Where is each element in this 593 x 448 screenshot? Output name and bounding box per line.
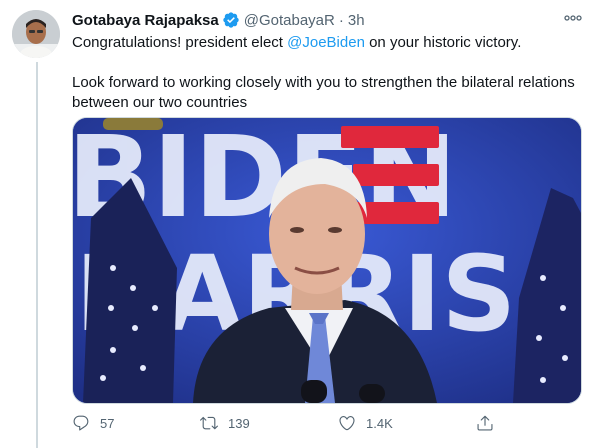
reply-button[interactable]: 57	[72, 414, 114, 432]
tweet-text-prefix: Congratulations! president elect	[72, 34, 288, 51]
tweet-actions-bar: 57 139 1.4K	[72, 412, 512, 434]
share-icon	[477, 415, 493, 431]
photo-scene: BIDEN HARRIS	[73, 118, 581, 403]
more-options-icon[interactable]	[563, 8, 583, 28]
avatar-image	[12, 10, 60, 58]
tweet-text-suffix: on your historic victory.	[364, 34, 522, 51]
tweet-header: Gotabaya Rajapaksa @GotabayaR · 3h	[72, 9, 581, 31]
tweet-text-paragraph-1: Congratulations! president elect @JoeBid…	[72, 33, 577, 53]
tweet-media-photo[interactable]: BIDEN HARRIS	[72, 117, 582, 404]
retweet-button[interactable]: 139	[200, 414, 250, 432]
author-name[interactable]: Gotabaya Rajapaksa	[72, 12, 219, 29]
tweet-text: Congratulations! president elect @JoeBid…	[72, 33, 577, 113]
separator-dot: ·	[338, 11, 344, 29]
verified-badge-icon	[222, 11, 240, 29]
tweet-text-paragraph-2: Look forward to working closely with you…	[72, 74, 575, 111]
like-button[interactable]: 1.4K	[338, 414, 393, 432]
reply-count: 57	[100, 415, 115, 431]
thread-line	[36, 62, 38, 448]
retweet-count: 139	[228, 415, 250, 431]
author-handle[interactable]: @GotabayaR	[244, 12, 335, 29]
share-button[interactable]	[476, 414, 494, 432]
retweet-icon	[200, 416, 218, 430]
mention-link[interactable]: @JoeBiden	[287, 34, 365, 51]
tweet-timestamp[interactable]: 3h	[348, 12, 365, 29]
avatar[interactable]	[12, 10, 60, 58]
reply-icon	[73, 415, 89, 431]
like-count: 1.4K	[366, 415, 393, 431]
heart-icon	[339, 416, 355, 431]
